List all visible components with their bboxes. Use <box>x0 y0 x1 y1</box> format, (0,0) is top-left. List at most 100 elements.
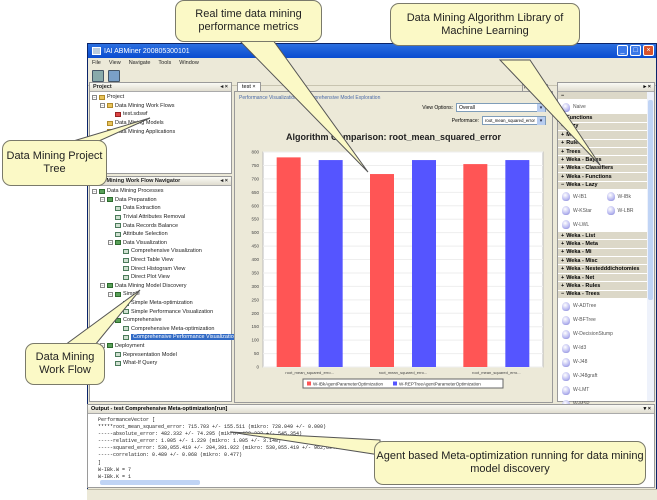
algorithm-item[interactable]: W-J48graft <box>558 369 647 383</box>
palette-scrollbar[interactable] <box>647 92 654 401</box>
tree-item[interactable]: −Deployment <box>92 342 229 351</box>
algorithm-item[interactable]: W-BFTree <box>558 313 647 327</box>
tree-item-label: Comprehensive Visualization <box>131 248 202 255</box>
category-header[interactable]: − <box>558 92 647 101</box>
scroll-tabs-icon[interactable]: ‹ › <box>521 84 531 92</box>
maximize-button[interactable]: □ <box>630 45 641 56</box>
tree-item[interactable]: − Data Mining Processes <box>92 187 229 196</box>
category-header[interactable]: + Weka - Misc <box>558 257 647 266</box>
tree-item[interactable]: − Data Mining Work Flows <box>92 102 229 111</box>
algorithm-item[interactable]: W-LWL <box>558 218 603 232</box>
menu-view[interactable]: View <box>109 60 121 66</box>
save-all-icon[interactable] <box>108 70 120 82</box>
category-header[interactable]: + Weka - Meta <box>558 240 647 249</box>
algorithm-item[interactable]: W-J48 <box>558 355 647 369</box>
collapse-icon[interactable]: − <box>100 283 105 289</box>
tree-item[interactable]: What-If Query <box>92 359 229 368</box>
category-header[interactable]: + Weka - Rules <box>558 282 647 291</box>
tab-close-icon[interactable]: × <box>252 84 255 90</box>
category-header[interactable]: + Meta <box>558 131 647 140</box>
category-header[interactable]: + Weka - Nestedddichotomies <box>558 265 647 274</box>
algorithm-item[interactable]: W-ADTree <box>558 299 647 313</box>
tree-item[interactable]: Direct Table View <box>92 256 229 265</box>
tree-item[interactable]: Data Mining Models <box>92 119 229 128</box>
category-header[interactable]: + Weka - Net <box>558 273 647 283</box>
maximize-editor-icon[interactable]: □ <box>540 84 548 92</box>
tree-item[interactable]: Direct Plot View <box>92 273 229 282</box>
menu-file[interactable]: File <box>92 60 101 66</box>
algorithm-item[interactable]: W-DecisionStump <box>558 327 647 341</box>
tree-item[interactable]: − Data Preparation <box>92 196 229 205</box>
tree-item[interactable]: Data Records Balance <box>92 221 229 230</box>
collapse-icon[interactable]: − <box>92 188 97 194</box>
tree-item[interactable]: − Comprehensive <box>92 316 229 325</box>
menu-tools[interactable]: Tools <box>158 60 171 66</box>
category-header[interactable]: + Weka - Mi <box>558 248 647 258</box>
category-header[interactable]: + Lazy <box>558 122 647 132</box>
tab-list-icon[interactable]: ▾ <box>532 84 539 92</box>
minimize-button[interactable]: _ <box>617 45 628 56</box>
expand-icon: + <box>561 232 565 239</box>
collapse-icon[interactable]: − <box>108 317 113 323</box>
tree-item[interactable]: Trivial Attributes Removal <box>92 213 229 222</box>
tree-item[interactable]: Simple Meta-optimization <box>92 299 229 308</box>
output-hscrollbar[interactable] <box>100 480 200 485</box>
tree-item[interactable]: Attribute Selection <box>92 230 229 239</box>
algorithm-item[interactable]: Naive <box>558 100 647 114</box>
collapse-icon[interactable]: − <box>100 103 105 109</box>
tree-item[interactable]: Data Mining Applications <box>92 127 229 136</box>
callout-work-flow: Data Mining Work Flow <box>25 343 105 385</box>
tree-item[interactable]: − Data Visualization <box>92 239 229 248</box>
panel-close-icon[interactable]: ◂ × <box>220 84 228 90</box>
tree-item[interactable]: Representation Model <box>92 350 229 359</box>
tree-item[interactable]: − Data Mining Model Discovery <box>92 282 229 291</box>
tree-item[interactable]: − Simple <box>92 290 229 299</box>
run-icon[interactable] <box>92 70 104 82</box>
tree-item[interactable]: Direct Histogram View <box>92 264 229 273</box>
algorithm-item[interactable]: W-KStar <box>558 204 603 218</box>
category-header[interactable]: + Trees <box>558 147 647 157</box>
category-header[interactable]: − Weka - Trees <box>558 290 647 300</box>
expand-icon: + <box>561 148 565 155</box>
collapse-icon: − <box>561 92 565 99</box>
menu-window[interactable]: Window <box>179 60 199 66</box>
collapse-icon[interactable]: − <box>92 94 97 100</box>
bar <box>505 160 530 367</box>
y-tick-label: 200 <box>251 311 259 316</box>
expand-icon: + <box>561 249 565 256</box>
category-header[interactable]: + Functions <box>558 114 647 123</box>
tree-item[interactable]: Comprehensive Visualization <box>92 247 229 256</box>
legend-swatch <box>393 381 397 386</box>
tree-item[interactable]: − Project <box>92 93 229 102</box>
panel-close-icon[interactable]: ▾ × <box>643 406 651 412</box>
tree-item[interactable]: Comprehensive Performance Visualization <box>92 333 239 342</box>
tree-item[interactable]: Simple Performance Visualization <box>92 307 229 316</box>
category-header[interactable]: − Weka - Lazy <box>558 181 647 190</box>
category-header[interactable]: + Weka - Bayes <box>558 156 647 165</box>
tree-item[interactable]: Comprehensive Meta-optimization <box>92 325 229 334</box>
panel-close-icon[interactable]: ▸ × <box>643 84 651 90</box>
tab-test[interactable]: test × <box>237 82 261 91</box>
collapse-icon[interactable]: − <box>108 291 113 297</box>
category-header[interactable]: + Weka - Classifiers <box>558 164 647 174</box>
category-header[interactable]: + Weka - Functions <box>558 173 647 182</box>
collapse-icon[interactable]: − <box>108 240 113 246</box>
algorithm-item[interactable]: W-Id3 <box>558 341 647 355</box>
algorithm-item[interactable]: W-LMT <box>558 383 647 397</box>
tree-item[interactable]: test.sdswf <box>92 110 229 119</box>
algorithm-item[interactable]: W-LBR <box>603 204 648 218</box>
menu-navigate[interactable]: Navigate <box>129 60 151 66</box>
algorithm-item[interactable]: W-IB1 <box>558 190 603 204</box>
collapse-icon[interactable]: − <box>100 197 105 203</box>
y-tick-label: 0 <box>256 365 259 370</box>
category-label: Lazy <box>566 123 579 130</box>
category-header[interactable]: + Rules <box>558 139 647 148</box>
panel-close-icon[interactable]: ◂ × <box>220 178 228 184</box>
close-button[interactable]: × <box>643 45 654 56</box>
y-tick-label: 750 <box>251 163 259 168</box>
category-header[interactable]: + Weka - List <box>558 231 647 241</box>
performance-select[interactable]: root_mean_squared_error ▾ <box>482 116 546 125</box>
algorithm-item[interactable]: W-IBk <box>603 190 648 204</box>
view-options-select[interactable]: Overall ▾ <box>456 103 546 112</box>
tree-item[interactable]: Data Extraction <box>92 204 229 213</box>
